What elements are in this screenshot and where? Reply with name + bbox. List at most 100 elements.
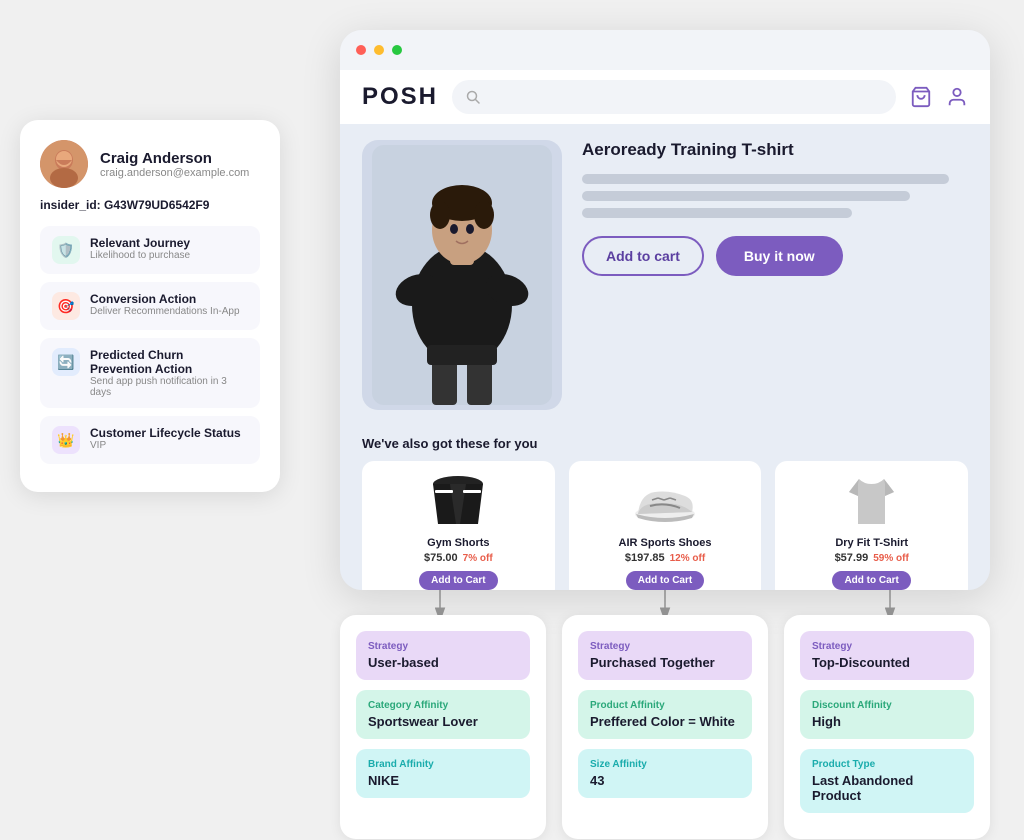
strategy-value-1: User-based [368, 655, 518, 670]
minimize-dot [374, 45, 384, 55]
strategy-value-2: Purchased Together [590, 655, 740, 670]
reco-item-shoes: AIR Sports Shoes $197.85 12% off Add to … [569, 461, 762, 590]
strategy-label-3: Strategy [812, 641, 962, 652]
shop-logo: POSH [362, 83, 438, 111]
gym-shorts-image [423, 471, 493, 531]
user-email: craig.anderson@example.com [100, 167, 249, 179]
shoes-image [630, 471, 700, 531]
cart-icon[interactable] [910, 86, 932, 108]
shoes-name: AIR Sports Shoes [579, 537, 752, 549]
category-affinity-value-1: Sportswear Lover [368, 714, 518, 729]
desc-line-1 [582, 174, 949, 184]
reco-item-tshirt: Dry Fit T-Shirt $57.99 59% off Add to Ca… [775, 461, 968, 590]
strategy-cards: Strategy User-based Category Affinity Sp… [340, 615, 990, 839]
add-to-cart-button[interactable]: Add to cart [582, 236, 704, 276]
user-card-header: Craig Anderson craig.anderson@example.co… [40, 140, 260, 188]
category-affinity-block-1: Category Affinity Sportswear Lover [356, 690, 530, 739]
reco-title: We've also got these for you [362, 436, 968, 451]
product-affinity-block-2: Product Affinity Preffered Color = White [578, 690, 752, 739]
strategy-value-3: Top-Discounted [812, 655, 962, 670]
product-details: Aeroready Training T-shirt Add to cart B… [582, 140, 968, 410]
discount-affinity-label-3: Discount Affinity [812, 700, 962, 711]
conversion-sub: Deliver Recommendations In-App [90, 306, 240, 317]
size-affinity-block-2: Size Affinity 43 [578, 749, 752, 798]
tshirt-name: Dry Fit T-Shirt [785, 537, 958, 549]
journey-sub: Likelihood to purchase [90, 250, 190, 261]
tshirt-cart-button[interactable]: Add to Cart [832, 571, 910, 590]
product-type-value-3: Last Abandoned Product [812, 773, 962, 803]
insider-id: insider_id: G43W79UD6542F9 [40, 198, 260, 212]
conversion-item: 🎯 Conversion Action Deliver Recommendati… [40, 282, 260, 330]
churn-label: Predicted Churn Prevention Action [90, 348, 248, 376]
product-section: Aeroready Training T-shirt Add to cart B… [340, 124, 990, 426]
strategy-card-top-discounted: Strategy Top-Discounted Discount Affinit… [784, 615, 990, 839]
desc-line-3 [582, 208, 852, 218]
strategy-block-2: Strategy Purchased Together [578, 631, 752, 680]
strategy-card-user-based: Strategy User-based Category Affinity Sp… [340, 615, 546, 839]
churn-sub: Send app push notification in 3 days [90, 376, 248, 398]
gym-shorts-price-row: $75.00 7% off [372, 552, 545, 564]
tshirt-price-row: $57.99 59% off [785, 552, 958, 564]
size-affinity-label-2: Size Affinity [590, 759, 740, 770]
strategy-card-purchased-together: Strategy Purchased Together Product Affi… [562, 615, 768, 839]
lifecycle-sub: VIP [90, 440, 241, 451]
brand-affinity-value-1: NIKE [368, 773, 518, 788]
search-bar[interactable] [452, 80, 896, 114]
lifecycle-icon: 👑 [52, 426, 80, 454]
strategy-label-1: Strategy [368, 641, 518, 652]
strategy-block-1: Strategy User-based [356, 631, 530, 680]
journey-label: Relevant Journey [90, 236, 190, 250]
shoes-discount: 12% off [670, 553, 706, 564]
browser-bar [340, 30, 990, 70]
user-icon[interactable] [946, 86, 968, 108]
close-dot [356, 45, 366, 55]
discount-affinity-value-3: High [812, 714, 962, 729]
strategy-block-3: Strategy Top-Discounted [800, 631, 974, 680]
tshirt-price: $57.99 [835, 552, 869, 564]
product-affinity-label-2: Product Affinity [590, 700, 740, 711]
product-actions: Add to cart Buy it now [582, 236, 968, 276]
lifecycle-label: Customer Lifecycle Status [90, 426, 241, 440]
shoes-price: $197.85 [625, 552, 665, 564]
tshirt-discount: 59% off [873, 553, 909, 564]
brand-affinity-label-1: Brand Affinity [368, 759, 518, 770]
browser-window: POSH [340, 30, 990, 590]
recommendations-section: We've also got these for you Gym Shorts [340, 426, 990, 590]
conversion-icon: 🎯 [52, 292, 80, 320]
desc-line-2 [582, 191, 910, 201]
gym-shorts-price: $75.00 [424, 552, 458, 564]
journey-icon: 🛡️ [52, 236, 80, 264]
journey-item: 🛡️ Relevant Journey Likelihood to purcha… [40, 226, 260, 274]
churn-item: 🔄 Predicted Churn Prevention Action Send… [40, 338, 260, 408]
discount-affinity-block-3: Discount Affinity High [800, 690, 974, 739]
shoes-cart-button[interactable]: Add to Cart [626, 571, 704, 590]
header-icons [910, 86, 968, 108]
gym-shorts-discount: 7% off [463, 553, 493, 564]
shop-header: POSH [340, 70, 990, 124]
churn-icon: 🔄 [52, 348, 80, 376]
lifecycle-item: 👑 Customer Lifecycle Status VIP [40, 416, 260, 464]
avatar [40, 140, 88, 188]
user-profile-card: Craig Anderson craig.anderson@example.co… [20, 120, 280, 492]
brand-affinity-block-1: Brand Affinity NIKE [356, 749, 530, 798]
product-type-block-3: Product Type Last Abandoned Product [800, 749, 974, 813]
product-description [582, 174, 968, 218]
product-image [362, 140, 562, 410]
size-affinity-value-2: 43 [590, 773, 740, 788]
strategy-label-2: Strategy [590, 641, 740, 652]
user-name: Craig Anderson [100, 150, 249, 167]
conversion-label: Conversion Action [90, 292, 240, 306]
reco-item-gym-shorts: Gym Shorts $75.00 7% off Add to Cart [362, 461, 555, 590]
category-affinity-label-1: Category Affinity [368, 700, 518, 711]
search-icon [466, 90, 480, 104]
buy-it-now-button[interactable]: Buy it now [716, 236, 843, 276]
gym-shorts-name: Gym Shorts [372, 537, 545, 549]
maximize-dot [392, 45, 402, 55]
tshirt-image [837, 471, 907, 531]
product-affinity-value-2: Preffered Color = White [590, 714, 740, 729]
shoes-price-row: $197.85 12% off [579, 552, 752, 564]
product-title: Aeroready Training T-shirt [582, 140, 968, 160]
reco-items: Gym Shorts $75.00 7% off Add to Cart [362, 461, 968, 590]
product-type-label-3: Product Type [812, 759, 962, 770]
gym-shorts-cart-button[interactable]: Add to Cart [419, 571, 497, 590]
